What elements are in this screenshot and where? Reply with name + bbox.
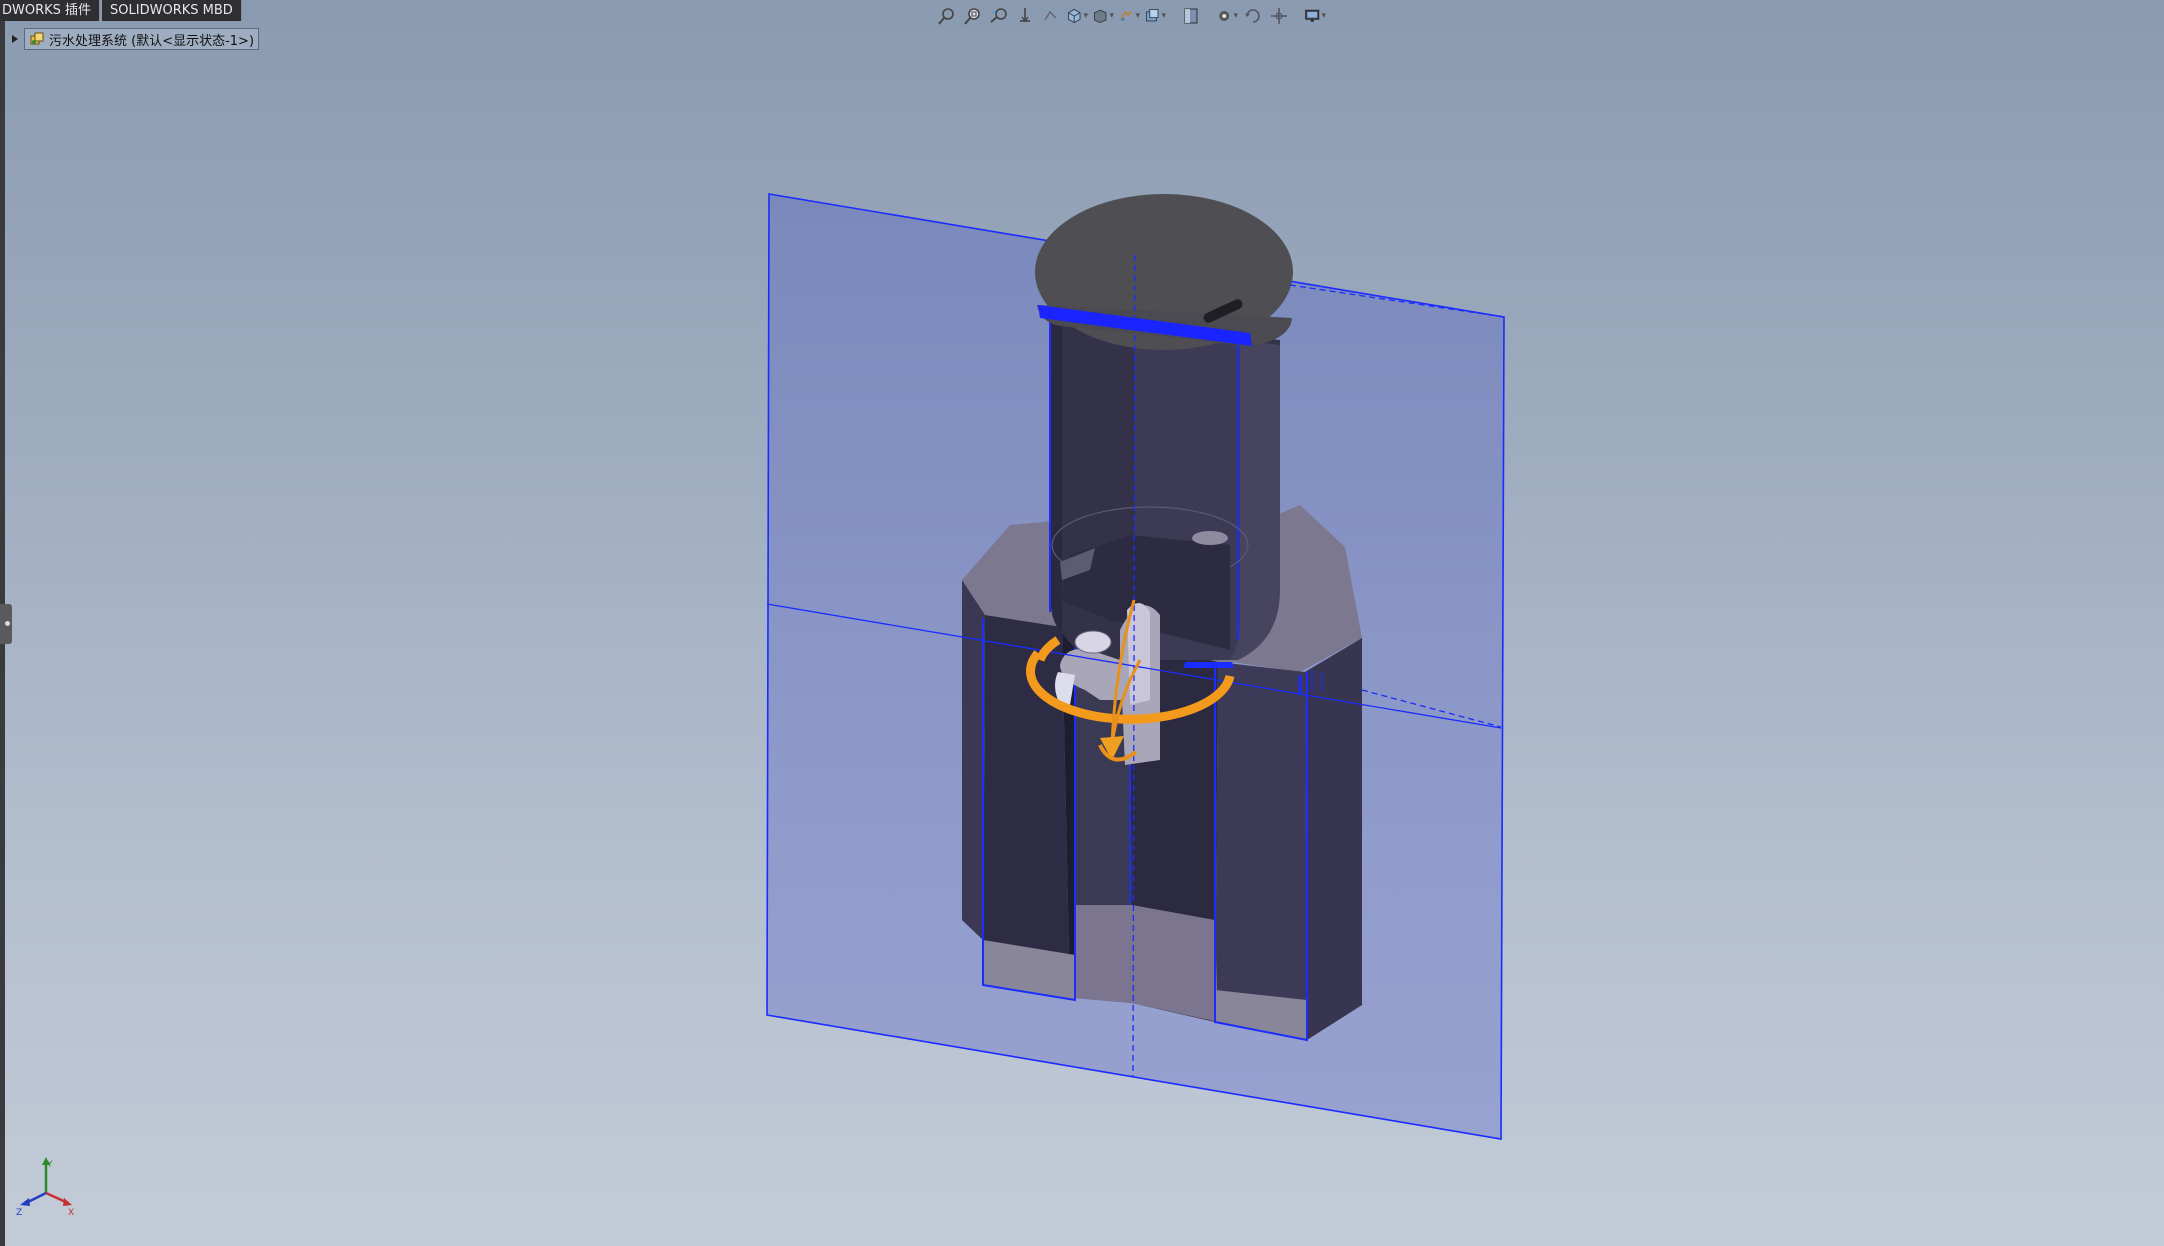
triad-x-label: X	[68, 1208, 74, 1215]
cylinder-lid[interactable]	[1035, 194, 1293, 350]
reference-triad: Y X Z	[16, 1157, 74, 1215]
triad-y-label: Y	[46, 1160, 53, 1170]
triad-z-label: Z	[16, 1208, 22, 1215]
cylinder-shaft[interactable]	[1049, 310, 1280, 660]
graphics-area[interactable]	[0, 0, 2164, 1246]
